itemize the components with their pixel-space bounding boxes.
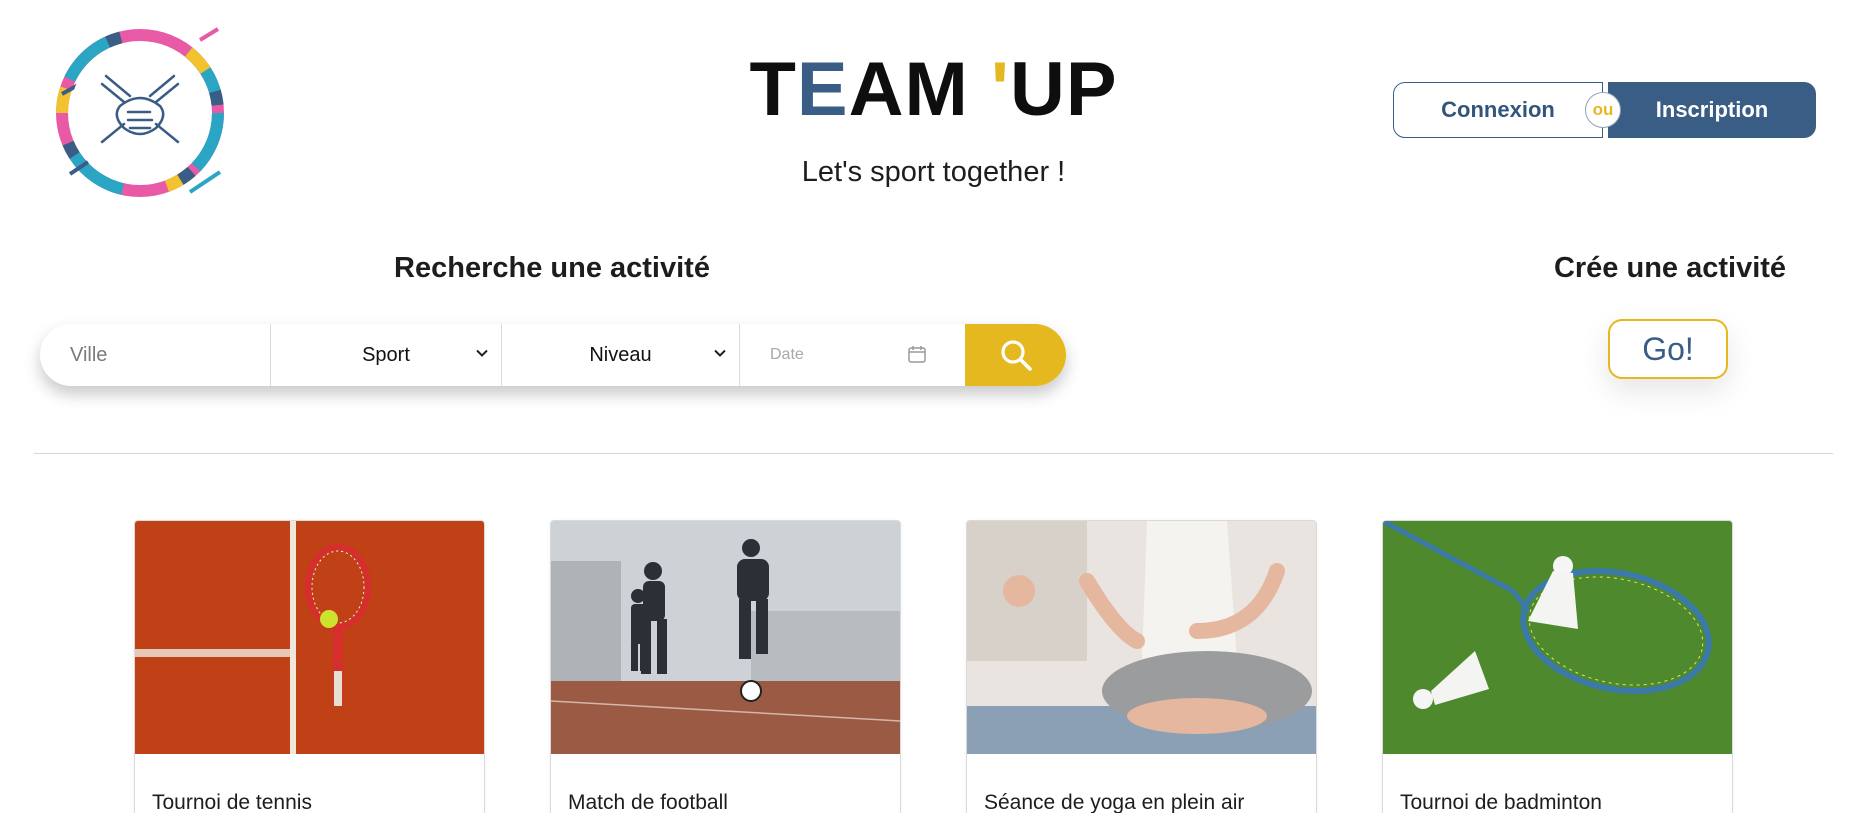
activity-card[interactable]: Tournoi de badminton xyxy=(1382,520,1733,813)
tennis-racket-image xyxy=(135,521,484,754)
search-icon xyxy=(1000,340,1032,371)
calendar-icon[interactable] xyxy=(907,344,927,364)
activity-title: Tournoi de tennis xyxy=(152,791,312,813)
level-select[interactable]: Niveau xyxy=(502,324,740,386)
chevron-down-icon xyxy=(714,349,726,357)
brand-tagline: Let's sport together ! xyxy=(801,156,1066,188)
activity-title: Séance de yoga en plein air xyxy=(984,791,1245,813)
date-placeholder: Date xyxy=(770,346,804,363)
sport-select[interactable]: Sport xyxy=(271,324,502,386)
yoga-session-image xyxy=(967,521,1316,754)
search-bar: Ville Sport Niveau Date xyxy=(40,324,1066,386)
level-select-label: Niveau xyxy=(589,343,652,366)
search-heading: Recherche une activité xyxy=(394,252,710,284)
activity-title: Match de football xyxy=(568,791,728,813)
create-activity-button[interactable]: Go! xyxy=(1608,319,1728,379)
create-heading: Crée une activité xyxy=(1553,252,1787,284)
or-separator: ou xyxy=(1585,92,1621,128)
signup-button[interactable]: Inscription xyxy=(1608,82,1816,138)
login-button[interactable]: Connexion xyxy=(1393,82,1603,138)
football-match-image xyxy=(551,521,900,754)
search-button[interactable] xyxy=(965,324,1066,386)
city-input[interactable]: Ville xyxy=(40,324,271,386)
date-input[interactable]: Date xyxy=(740,324,965,386)
chevron-down-icon xyxy=(476,349,488,357)
activity-title: Tournoi de badminton xyxy=(1400,791,1602,813)
auth-buttons: Connexion ou Inscription xyxy=(1393,82,1816,138)
badminton-image xyxy=(1383,521,1732,754)
activity-card[interactable]: Match de football xyxy=(550,520,901,813)
section-divider xyxy=(34,453,1833,454)
sport-select-label: Sport xyxy=(362,343,410,366)
brand-title: TEAM 'UP xyxy=(749,47,1118,132)
activity-card[interactable]: Tournoi de tennis xyxy=(134,520,485,813)
activity-card[interactable]: Séance de yoga en plein air xyxy=(966,520,1317,813)
